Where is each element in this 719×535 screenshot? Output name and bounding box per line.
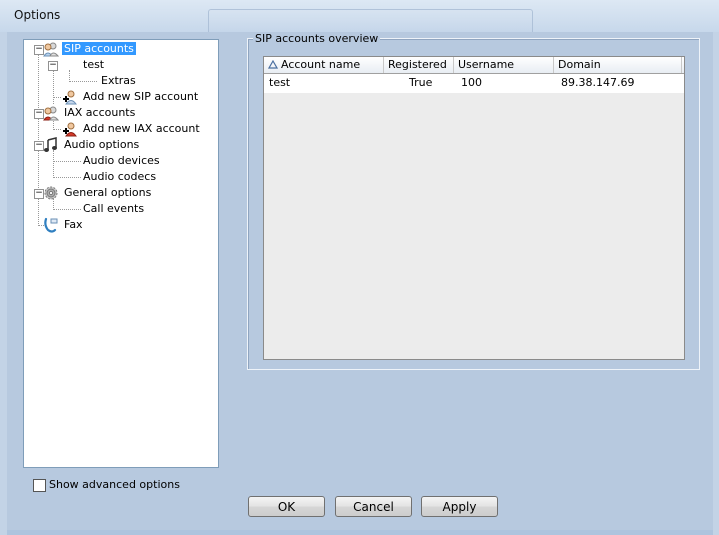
column-header-domain[interactable]: Domain: [554, 57, 682, 73]
column-header-username[interactable]: Username: [454, 57, 554, 73]
iax-users-icon: [43, 106, 59, 121]
tree-line: [53, 150, 54, 178]
tree-item-label: Audio devices: [83, 154, 160, 167]
tree-item-test[interactable]: test: [81, 57, 106, 73]
window-title: Options: [14, 8, 61, 22]
tree-item-iax-accounts[interactable]: IAX accounts: [62, 105, 137, 121]
collapse-test[interactable]: −: [48, 61, 58, 71]
tree-item-fax[interactable]: Fax: [62, 217, 85, 233]
options-tree[interactable]: − SIP accounts − test Extras Add new SIP…: [23, 39, 219, 468]
fax-icon: [44, 217, 58, 233]
ok-button[interactable]: OK: [248, 496, 325, 517]
sort-ascending-icon: [267, 59, 279, 69]
cell-account-name: test: [269, 76, 291, 89]
tree-item-add-iax-account[interactable]: Add new IAX account: [81, 121, 202, 137]
tree-item-label: Audio codecs: [83, 170, 157, 183]
background-window-tab: [208, 9, 533, 33]
tree-line: [53, 177, 81, 178]
tree-item-label: Fax: [64, 218, 83, 231]
tree-item-add-sip-account[interactable]: Add new SIP account: [81, 89, 200, 105]
column-label: Username: [458, 58, 515, 71]
column-label: Domain: [558, 58, 601, 71]
apply-button[interactable]: Apply: [421, 496, 498, 517]
tree-line: [53, 97, 61, 98]
show-advanced-checkbox[interactable]: [33, 479, 46, 492]
list-empty-area: [264, 93, 684, 359]
show-advanced-label[interactable]: Show advanced options: [49, 478, 180, 491]
tree-item-label: Call events: [83, 202, 145, 215]
add-user-icon: [63, 90, 77, 105]
tree-item-label: Add new IAX account: [83, 122, 200, 135]
title-bar: Options: [0, 0, 719, 33]
column-label: Registered: [388, 58, 447, 71]
tree-line: [53, 161, 81, 162]
tree-line: [69, 81, 97, 82]
tree-item-label: Extras: [101, 74, 136, 87]
gear-icon: [44, 186, 58, 200]
sip-users-icon: [43, 42, 59, 57]
tree-item-label: test: [83, 58, 105, 71]
list-header: Account name Registered Username Domain: [264, 57, 684, 74]
tree-item-label: SIP accounts: [61, 41, 137, 56]
tree-item-audio-codecs[interactable]: Audio codecs: [81, 169, 158, 185]
column-header-registered[interactable]: Registered: [384, 57, 454, 73]
tree-item-sip-accounts[interactable]: SIP accounts: [61, 41, 137, 57]
tree-item-call-events[interactable]: Call events: [81, 201, 146, 217]
window-border-right: [713, 32, 719, 535]
tree-item-label: IAX accounts: [64, 106, 136, 119]
group-title: SIP accounts overview: [253, 32, 381, 45]
cell-username: 100: [461, 76, 482, 89]
column-header-account-name[interactable]: Account name: [264, 57, 384, 73]
window-border-left: [0, 32, 7, 535]
tree-item-extras[interactable]: Extras: [99, 73, 138, 89]
tree-item-label: General options: [64, 186, 152, 199]
tree-item-label: Add new SIP account: [83, 90, 199, 103]
music-note-icon: [44, 137, 57, 152]
tree-line: [53, 209, 81, 210]
cell-registered: True: [409, 76, 433, 89]
tree-line: [53, 70, 54, 104]
cancel-button[interactable]: Cancel: [335, 496, 412, 517]
sip-accounts-list[interactable]: Account name Registered Username Domain …: [263, 56, 685, 360]
tree-item-label: Audio options: [64, 138, 140, 151]
cell-domain: 89.38.147.69: [561, 76, 635, 89]
tree-item-general-options[interactable]: General options: [62, 185, 153, 201]
column-label: Account name: [281, 58, 361, 71]
add-user-icon: [63, 122, 77, 137]
tree-item-audio-options[interactable]: Audio options: [62, 137, 141, 153]
tree-item-audio-devices[interactable]: Audio devices: [81, 153, 162, 169]
table-row[interactable]: test True 100 89.38.147.69: [264, 74, 684, 92]
tree-line: [53, 129, 61, 130]
